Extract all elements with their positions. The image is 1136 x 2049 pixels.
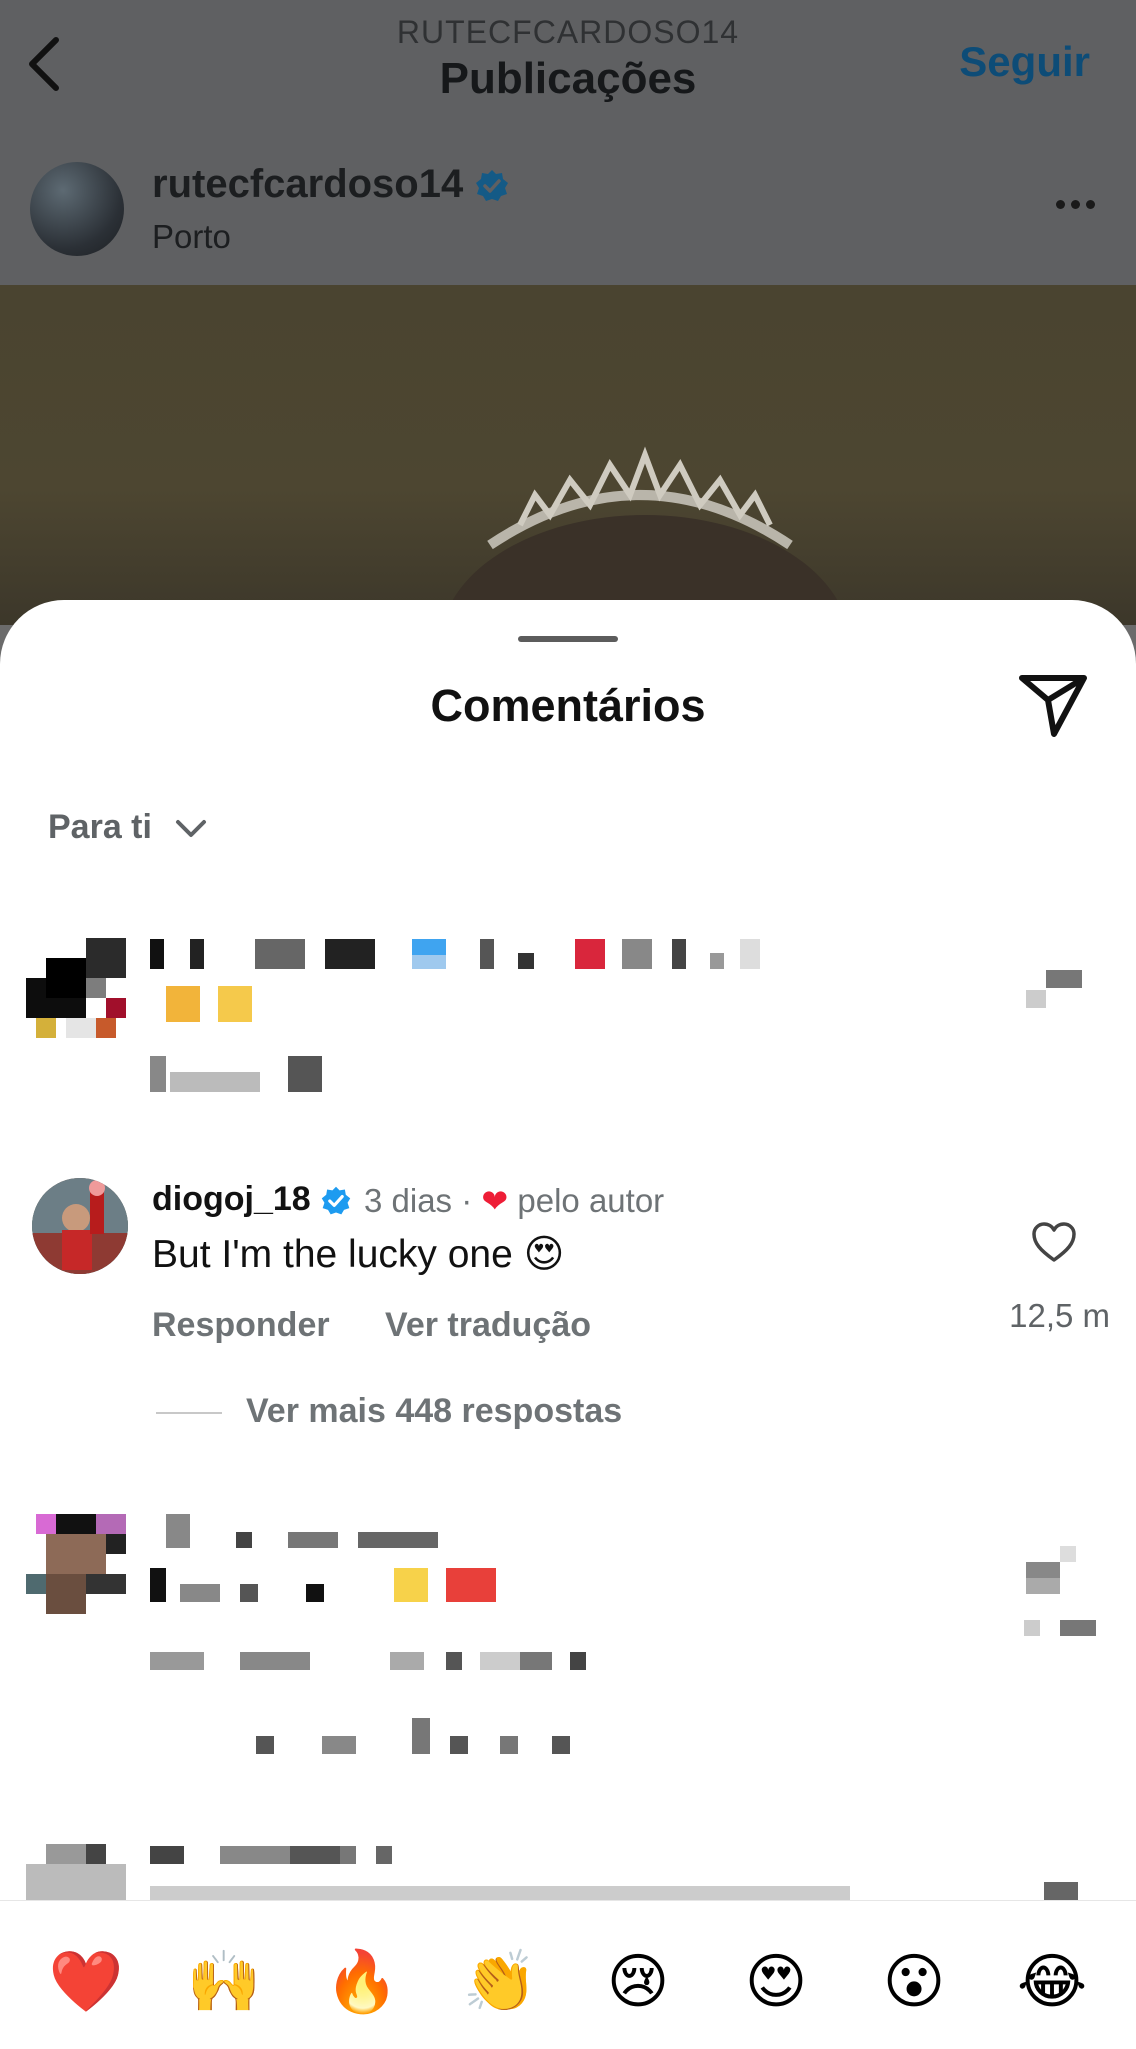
emoji-heart-eyes[interactable]: 😍: [738, 1947, 814, 2017]
pixelated-like: [1010, 1546, 1100, 1636]
emoji-raising-hands[interactable]: 🙌: [186, 1947, 262, 2017]
tiara-shape: [487, 446, 793, 550]
verified-badge-icon: [476, 170, 509, 202]
emoji-clapping-hands[interactable]: 👏: [462, 1947, 538, 2017]
sort-dropdown[interactable]: Para ti: [48, 808, 207, 847]
pixelated-avatar: [26, 1514, 130, 1618]
replies-divider: [156, 1412, 222, 1415]
commenter-avatar[interactable]: [32, 1178, 128, 1274]
pixelated-avatar: [26, 938, 130, 1044]
pixelated-like: [1044, 1882, 1078, 1900]
post-author-name[interactable]: rutecfcardoso14: [152, 162, 510, 207]
emoji-astonished-face[interactable]: 😮: [876, 1947, 952, 2017]
commenter-username[interactable]: diogoj_18: [152, 1180, 311, 1218]
post-location[interactable]: Porto: [152, 218, 231, 256]
reply-button[interactable]: Responder: [152, 1306, 330, 1344]
share-icon[interactable]: [1018, 672, 1088, 738]
pixelated-text: [150, 1514, 570, 1614]
comment-actions: Responder Ver tradução: [152, 1306, 637, 1345]
comments-sheet: Comentários Para ti diogoj_18 3 dias · ❤…: [0, 600, 1136, 2048]
verified-badge-icon: [321, 1186, 351, 1215]
pixelated-actions: [150, 1056, 340, 1092]
follow-button[interactable]: Seguir: [959, 38, 1090, 86]
pixelated-text: [150, 1652, 610, 1762]
pixelated-text: [150, 933, 790, 973]
chevron-down-icon[interactable]: [175, 819, 207, 839]
sheet-title: Comentários: [430, 680, 706, 731]
emoji-fire[interactable]: 🔥: [324, 1947, 400, 2017]
post-author-avatar[interactable]: [30, 162, 124, 256]
liked-by-author: pelo autor: [517, 1182, 665, 1219]
comment-text: But I'm the lucky one 😍: [152, 1233, 565, 1276]
comment-age: 3 dias: [364, 1182, 453, 1219]
emoji-red-heart[interactable]: ❤️: [48, 1947, 124, 2017]
view-more-replies-label[interactable]: Ver mais 448 respostas: [246, 1392, 622, 1430]
avatar-photo: [32, 1178, 128, 1274]
author-heart-icon: ❤: [481, 1183, 509, 1219]
pixelated-avatar: [26, 1844, 130, 1900]
post-author-username[interactable]: rutecfcardoso14: [152, 162, 463, 206]
quick-emoji-bar: ❤️ 🙌 🔥 👏 😢 😍 😮 😂: [0, 1900, 1136, 2049]
heart-icon[interactable]: [1030, 1220, 1078, 1264]
commenter-username-row[interactable]: diogoj_18: [152, 1180, 352, 1219]
header: RUTECFCARDOSO14 Publicações Seguir rutec…: [0, 0, 1136, 285]
sheet-grabber[interactable]: [518, 636, 618, 642]
emoji-crying-face[interactable]: 😢: [600, 1947, 676, 2017]
post-photo: [0, 285, 1136, 775]
pixelated-like: [1026, 970, 1082, 1026]
comment-meta: 3 dias · ❤ pelo autor: [364, 1182, 664, 1220]
pixelated-text: [150, 1846, 850, 1900]
emoji-tears-of-joy[interactable]: 😂: [1014, 1947, 1090, 2017]
like-count: 12,5 m: [1009, 1297, 1110, 1334]
meta-separator: ·: [461, 1182, 473, 1219]
pixelated-emoji: [166, 986, 266, 1022]
sort-label[interactable]: Para ti: [48, 808, 152, 846]
translate-button[interactable]: Ver tradução: [385, 1306, 591, 1344]
view-more-replies[interactable]: Ver mais 448 respostas: [156, 1392, 622, 1431]
more-options-icon[interactable]: [1053, 196, 1098, 214]
